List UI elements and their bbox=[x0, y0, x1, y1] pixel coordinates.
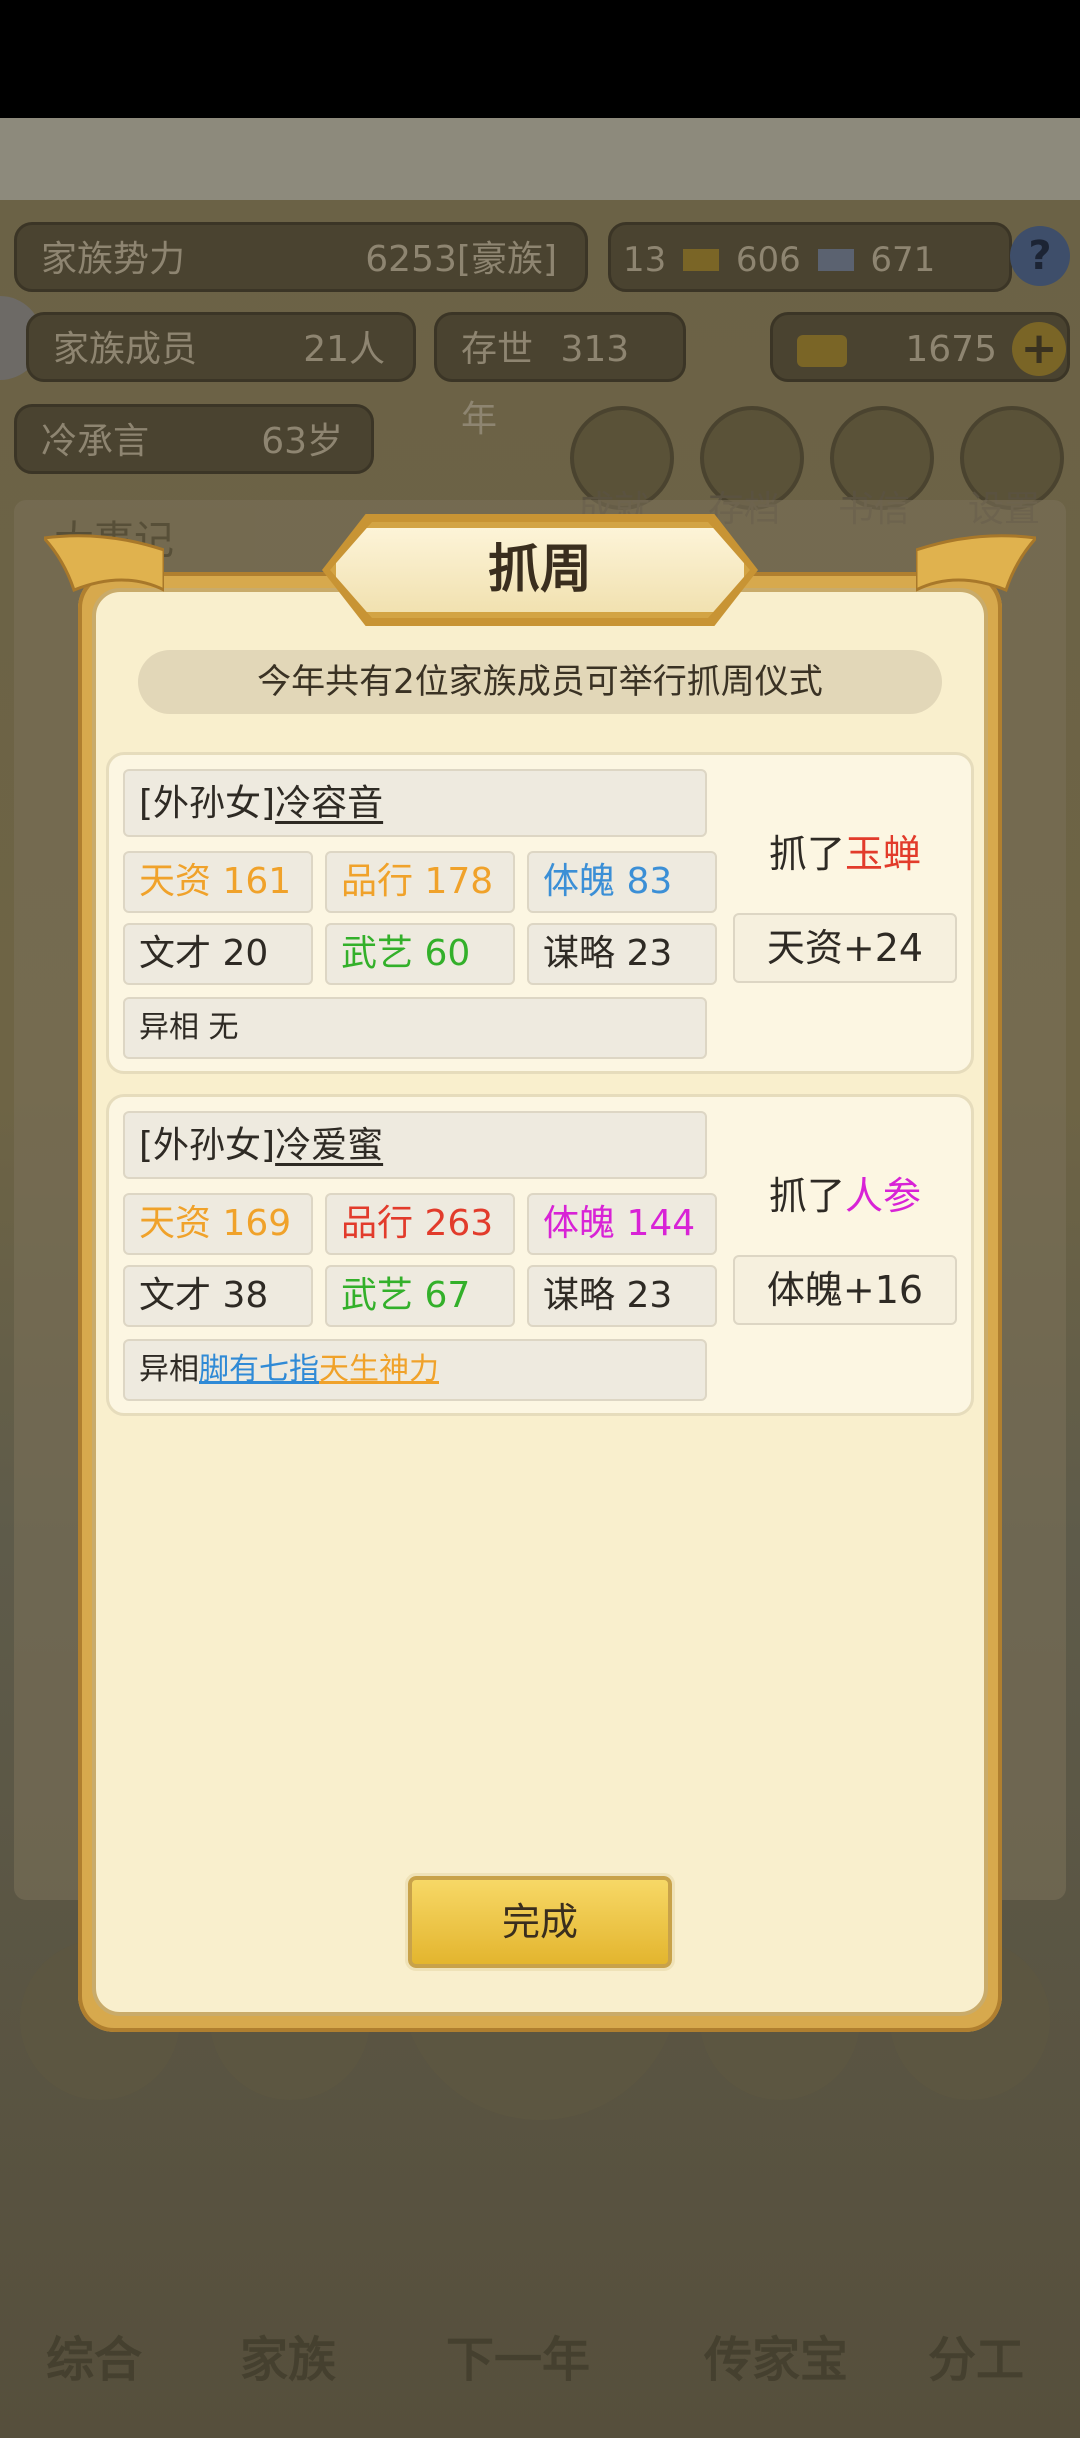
ingot-icon bbox=[797, 335, 847, 367]
traits-label: 异相 bbox=[139, 1352, 199, 1387]
done-button[interactable]: 完成 bbox=[405, 1873, 675, 1971]
member-card: [外孙女]冷容音 天资 161 品行 178 体魄 83 文才 20 武艺 60… bbox=[106, 752, 974, 1074]
leader-pill: 冷承言 63岁 bbox=[14, 404, 374, 474]
nav-heirloom[interactable]: 传家宝 bbox=[704, 2320, 848, 2390]
app-top-bar bbox=[0, 118, 1080, 200]
grab-prefix: 抓了 bbox=[768, 1174, 845, 1218]
stat-value: 38 bbox=[222, 1275, 269, 1316]
stat-value: 263 bbox=[424, 1203, 494, 1244]
traits-cell: 异相脚有七指天生神力 bbox=[123, 1339, 707, 1401]
stat-label: 文才 bbox=[139, 1275, 212, 1316]
nav-next-year[interactable]: 下一年 bbox=[446, 2320, 590, 2390]
stat-cell: 武艺 67 bbox=[325, 1265, 515, 1327]
grab-bonus: 天资+24 bbox=[733, 913, 957, 983]
members-pill: 家族成员 21人 bbox=[26, 312, 416, 382]
grab-result: 抓了人参 bbox=[733, 1165, 957, 1220]
member-relation: [外孙女] bbox=[139, 783, 276, 824]
stat-cell: 体魄 144 bbox=[527, 1193, 717, 1255]
member-relation: [外孙女] bbox=[139, 1125, 276, 1166]
stat-label: 体魄 bbox=[543, 861, 616, 902]
grab-item: 人参 bbox=[845, 1174, 922, 1218]
member-name-cell: [外孙女]冷爱蜜 bbox=[123, 1111, 707, 1179]
stat-cell: 文才 20 bbox=[123, 923, 313, 985]
stat-value: 83 bbox=[626, 861, 673, 902]
stat-label: 谋略 bbox=[543, 1275, 616, 1316]
stat-label: 谋略 bbox=[543, 933, 616, 974]
years-pill: 存世 313年 bbox=[434, 312, 686, 440]
resources-pill: 13 606 671 bbox=[608, 222, 1012, 292]
stat-label: 武艺 bbox=[341, 1275, 414, 1316]
gold-count: 13 bbox=[623, 240, 667, 280]
stat-cell: 天资 161 bbox=[123, 851, 313, 913]
ingot-value: 1675 bbox=[905, 329, 997, 370]
family-power-rank: [豪族] bbox=[456, 239, 557, 280]
family-power-label: 家族势力 bbox=[41, 239, 186, 280]
traits-label: 异相 bbox=[139, 1010, 199, 1045]
grab-result: 抓了玉蝉 bbox=[733, 823, 957, 878]
stat-value: 144 bbox=[626, 1203, 696, 1244]
silver-bar-icon bbox=[817, 249, 854, 271]
member-name[interactable]: 冷爱蜜 bbox=[275, 1125, 383, 1166]
stat-label: 文才 bbox=[139, 933, 212, 974]
stat-value: 23 bbox=[626, 933, 673, 974]
members-label: 家族成员 bbox=[53, 329, 198, 370]
trait: 无 bbox=[208, 1010, 239, 1045]
member-name-cell: [外孙女]冷容音 bbox=[123, 769, 707, 837]
stat-value: 67 bbox=[424, 1275, 471, 1316]
stat-cell: 品行 178 bbox=[325, 851, 515, 913]
dialog-title: 抓周 bbox=[487, 540, 592, 600]
stat-cell: 文才 38 bbox=[123, 1265, 313, 1327]
traits-cell: 异相 无 bbox=[123, 997, 707, 1059]
stat-value: 178 bbox=[424, 861, 494, 902]
gold-bar-icon bbox=[683, 249, 720, 271]
left-wing-ornament bbox=[44, 534, 164, 592]
grab-prefix: 抓了 bbox=[768, 832, 845, 876]
stat-cell: 品行 263 bbox=[325, 1193, 515, 1255]
stat-label: 武艺 bbox=[341, 933, 414, 974]
stat-label: 天资 bbox=[139, 1203, 212, 1244]
stat-value: 60 bbox=[424, 933, 471, 974]
family-power-pill: 家族势力 6253[豪族] bbox=[14, 222, 588, 292]
leader-name: 冷承言 bbox=[41, 421, 150, 462]
stat-cell: 谋略 23 bbox=[527, 1265, 717, 1327]
member-card: [外孙女]冷爱蜜 天资 169 品行 263 体魄 144 文才 38 武艺 6… bbox=[106, 1094, 974, 1416]
trait[interactable]: 脚有七指 bbox=[199, 1352, 319, 1387]
members-value: 21人 bbox=[303, 329, 385, 370]
member-name[interactable]: 冷容音 bbox=[275, 783, 383, 824]
stat-value: 23 bbox=[626, 1275, 673, 1316]
silver-count: 606 bbox=[735, 240, 801, 280]
stat-label: 天资 bbox=[139, 861, 212, 902]
nav-family[interactable]: 家族 bbox=[240, 2320, 336, 2390]
nav-general[interactable]: 综合 bbox=[46, 2320, 142, 2390]
stat-cell: 体魄 83 bbox=[527, 851, 717, 913]
years-label: 存世 bbox=[461, 329, 534, 370]
leader-age: 63岁 bbox=[261, 421, 343, 462]
help-button[interactable]: ? bbox=[1010, 226, 1070, 286]
stat-label: 品行 bbox=[341, 861, 414, 902]
add-ingot-button[interactable]: + bbox=[1012, 322, 1066, 376]
stat-value: 161 bbox=[222, 861, 292, 902]
stat-cell: 武艺 60 bbox=[325, 923, 515, 985]
nav-division[interactable]: 分工 bbox=[928, 2320, 1024, 2390]
stat-cell: 天资 169 bbox=[123, 1193, 313, 1255]
stat-label: 品行 bbox=[341, 1203, 414, 1244]
status-bar bbox=[0, 0, 1080, 118]
grab-item: 玉蝉 bbox=[845, 832, 922, 876]
stat-cell: 谋略 23 bbox=[527, 923, 717, 985]
stat-label: 体魄 bbox=[543, 1203, 616, 1244]
stat-value: 20 bbox=[222, 933, 269, 974]
stat-value: 169 bbox=[222, 1203, 292, 1244]
right-wing-ornament bbox=[916, 534, 1036, 592]
grab-bonus: 体魄+16 bbox=[733, 1255, 957, 1325]
trait[interactable]: 天生神力 bbox=[319, 1352, 439, 1387]
coin-count: 671 bbox=[870, 240, 936, 280]
family-power-value: 6253 bbox=[365, 239, 457, 280]
dialog-subtitle: 今年共有2位家族成员可举行抓周仪式 bbox=[138, 650, 942, 714]
